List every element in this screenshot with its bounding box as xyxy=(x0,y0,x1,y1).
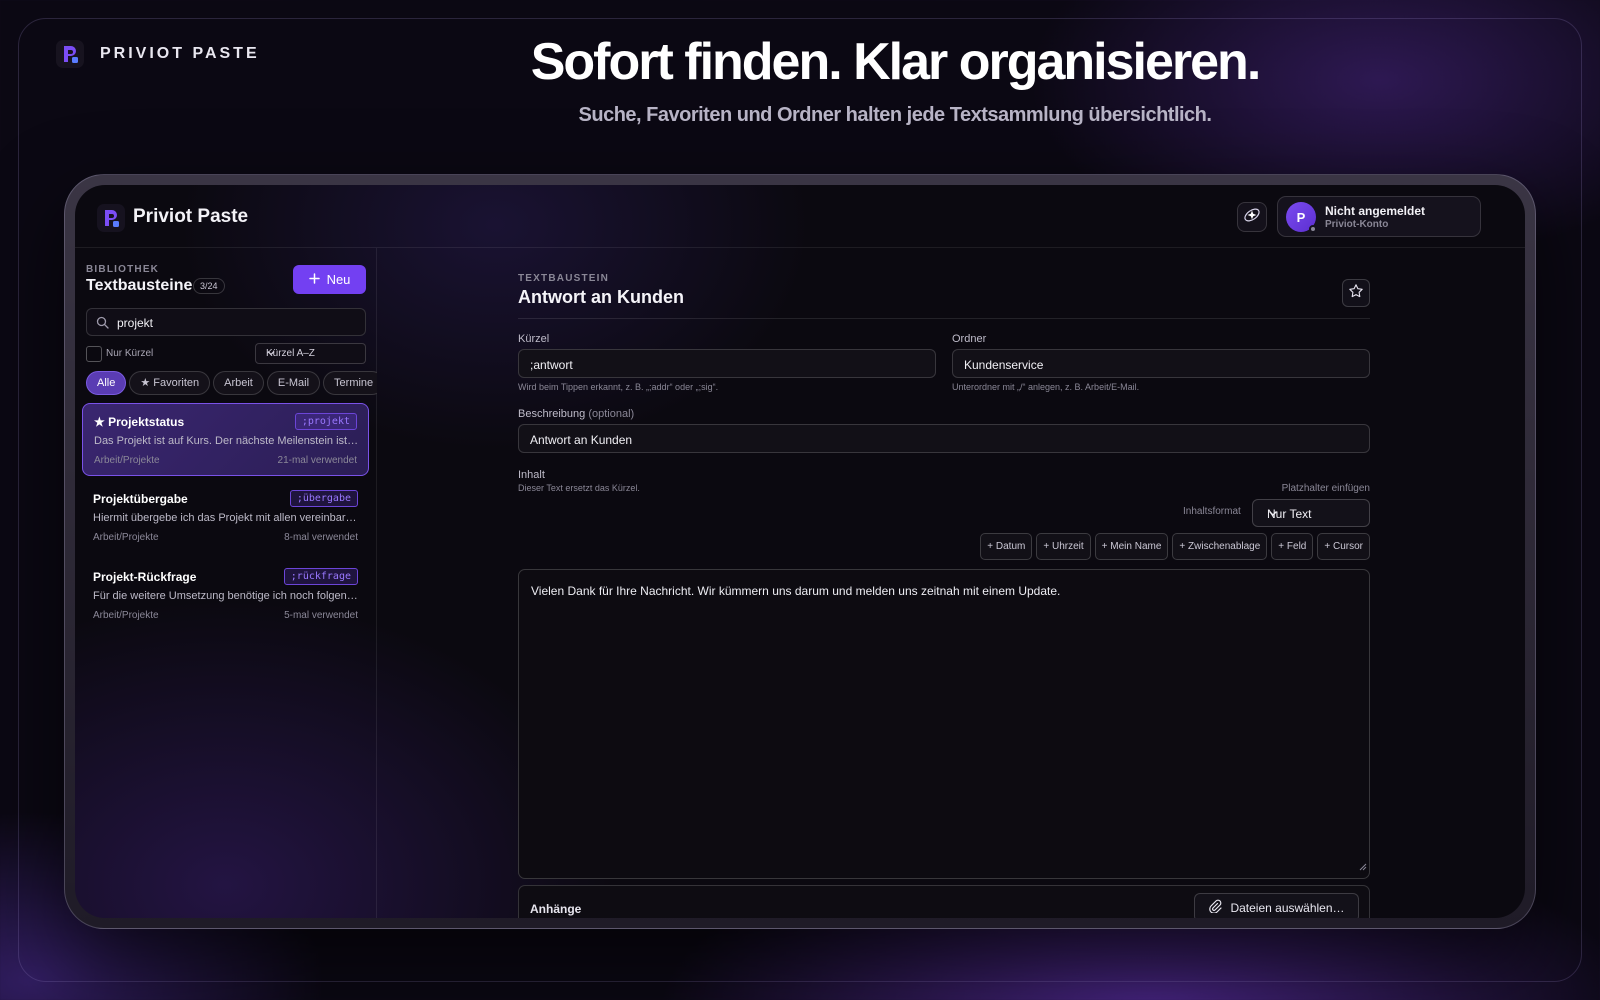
plus-icon xyxy=(308,272,320,287)
sort-select[interactable]: Kürzel A–Z xyxy=(255,343,366,364)
item-usage: 8-mal verwendet xyxy=(284,532,358,543)
content-text: Vielen Dank für Ihre Nachricht. Wir kümm… xyxy=(531,584,1061,598)
new-snippet-button[interactable]: Neu xyxy=(293,265,366,294)
promo-subline: Suche, Favoriten und Ordner halten jede … xyxy=(578,104,1212,126)
only-shortcut-label: Nur Kürzel xyxy=(106,348,154,359)
sidebar: BIBLIOTHEK Textbausteine 3/24 Neu Nur Kü… xyxy=(75,248,377,918)
star-icon xyxy=(1348,283,1364,304)
content-hint: Dieser Text ersetzt das Kürzel. xyxy=(518,483,640,493)
app-window: Priviot Paste P Nicht angemeldet Priviot… xyxy=(75,185,1525,918)
account-button[interactable]: P Nicht angemeldet Priviot-Konto xyxy=(1277,196,1481,237)
item-usage: 21-mal verwendet xyxy=(277,455,357,466)
item-title: Projektübergabe xyxy=(93,492,188,506)
chip-alle[interactable]: Alle xyxy=(86,371,127,395)
chevron-down-icon xyxy=(266,348,359,361)
chevron-down-icon xyxy=(1267,507,1362,522)
shortcut-field[interactable] xyxy=(518,349,936,378)
description-input[interactable] xyxy=(530,431,1295,448)
folder-field[interactable] xyxy=(952,349,1370,378)
format-select[interactable]: Nur Text xyxy=(1252,499,1370,527)
placeholder-buttons: + Datum + Uhrzeit + Mein Name + Zwischen… xyxy=(980,533,1370,560)
chip-favoriten[interactable]: ★ Favoriten xyxy=(129,371,211,395)
list-item[interactable]: Projekt-Rückfrage ;rückfrage Für die wei… xyxy=(82,559,369,632)
list-item[interactable]: Projektübergabe ;übergabe Hiermit überge… xyxy=(82,481,369,554)
item-folder: Arbeit/Projekte xyxy=(93,610,159,621)
sparkle-orbit-icon xyxy=(1242,205,1262,230)
item-folder: Arbeit/Projekte xyxy=(94,455,160,466)
insert-name-button[interactable]: + Mein Name xyxy=(1094,533,1169,560)
list-item[interactable]: ★ Projektstatus ;projekt Das Projekt ist… xyxy=(82,403,369,476)
device-frame: Priviot Paste P Nicht angemeldet Priviot… xyxy=(64,174,1536,929)
chip-termine[interactable]: Termine xyxy=(323,371,377,395)
format-label: Inhaltsformat xyxy=(1183,506,1241,517)
account-subtitle: Priviot-Konto xyxy=(1325,219,1389,230)
item-folder: Arbeit/Projekte xyxy=(93,532,159,543)
item-shortcut: ;rückfrage xyxy=(283,568,358,585)
chip-email[interactable]: E-Mail xyxy=(266,371,321,395)
item-preview: Das Projekt ist auf Kurs. Der nächste Me… xyxy=(94,435,359,447)
attachments-section: Anhänge Dateien auswählen… xyxy=(518,885,1370,918)
new-button-label: Neu xyxy=(326,272,351,287)
shortcut-hint: Wird beim Tippen erkannt, z. B. „;addr“ … xyxy=(518,382,719,392)
sidebar-title: Textbausteine xyxy=(86,277,193,294)
favorite-button[interactable] xyxy=(1342,279,1370,307)
editor-eyebrow: TEXTBAUSTEIN xyxy=(518,273,610,284)
paperclip-icon xyxy=(1208,899,1223,916)
chip-arbeit[interactable]: Arbeit xyxy=(213,371,264,395)
shortcut-input[interactable] xyxy=(530,356,905,373)
content-textarea[interactable]: Vielen Dank für Ihre Nachricht. Wir kümm… xyxy=(518,569,1370,879)
attachments-title: Anhänge xyxy=(530,902,582,916)
item-preview: Hiermit übergebe ich das Projekt mit all… xyxy=(93,512,358,524)
description-label: Beschreibung (optional) xyxy=(518,408,635,420)
item-preview: Für die weitere Umsetzung benötige ich n… xyxy=(93,590,358,602)
status-dot xyxy=(1309,225,1317,233)
filter-chips: Alle ★ Favoriten Arbeit E-Mail Termine xyxy=(86,371,377,397)
app-title: Priviot Paste xyxy=(133,206,249,227)
search-input[interactable] xyxy=(117,313,357,333)
folder-label: Ordner xyxy=(952,333,987,345)
folder-hint: Unterordner mit „/“ anlegen, z. B. Arbei… xyxy=(952,382,1140,392)
item-usage: 5-mal verwendet xyxy=(284,610,358,621)
choose-files-button[interactable]: Dateien auswählen… xyxy=(1194,893,1359,918)
item-title: ★ Projektstatus xyxy=(94,415,185,429)
count-badge: 3/24 xyxy=(193,278,225,294)
insert-clipboard-button[interactable]: + Zwischenablage xyxy=(1172,533,1268,560)
only-shortcut-checkbox[interactable] xyxy=(86,346,102,362)
description-field[interactable] xyxy=(518,424,1370,453)
app-logo-icon xyxy=(97,204,125,232)
item-shortcut: ;übergabe xyxy=(289,490,358,507)
main-panel: TEXTBAUSTEIN Antwort an Kunden Kürzel Wi… xyxy=(377,248,1525,918)
search-field[interactable] xyxy=(86,308,366,336)
shortcut-label: Kürzel xyxy=(518,333,550,345)
snippet-editor: TEXTBAUSTEIN Antwort an Kunden Kürzel Wi… xyxy=(518,248,1370,918)
content-label: Inhalt xyxy=(518,469,545,481)
promo-headline: Sofort finden. Klar organisieren. xyxy=(530,33,1262,91)
account-name: Nicht angemeldet xyxy=(1325,204,1426,218)
ai-assistant-button[interactable] xyxy=(1237,202,1267,232)
insert-date-button[interactable]: + Datum xyxy=(980,533,1033,560)
folder-input[interactable] xyxy=(964,356,1339,373)
item-title: Projekt-Rückfrage xyxy=(93,570,197,584)
choose-files-label: Dateien auswählen… xyxy=(1230,900,1345,915)
resize-handle-icon[interactable] xyxy=(1358,858,1367,876)
editor-title: Antwort an Kunden xyxy=(518,287,684,307)
placeholder-label: Platzhalter einfügen xyxy=(1281,483,1370,494)
divider xyxy=(518,318,1370,319)
insert-cursor-button[interactable]: + Cursor xyxy=(1317,533,1370,560)
insert-field-button[interactable]: + Feld xyxy=(1271,533,1314,560)
insert-time-button[interactable]: + Uhrzeit xyxy=(1036,533,1091,560)
item-shortcut: ;projekt xyxy=(294,413,357,430)
search-icon xyxy=(96,316,109,334)
app-topbar: Priviot Paste P Nicht angemeldet Priviot… xyxy=(75,185,1525,248)
sidebar-eyebrow: BIBLIOTHEK xyxy=(86,264,160,275)
